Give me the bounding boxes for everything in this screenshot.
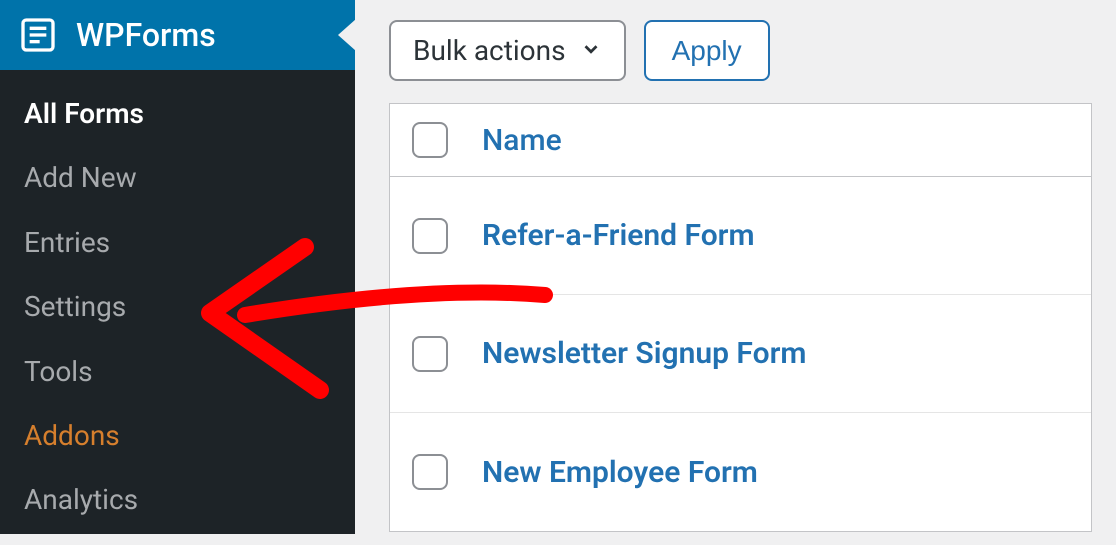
wpforms-icon [18,15,58,55]
table-row: New Employee Form [390,413,1091,531]
sidebar-item-tools[interactable]: Tools [0,340,355,404]
row-checkbox[interactable] [412,454,448,490]
table-row: Refer-a-Friend Form [390,177,1091,295]
toolbar: Bulk actions Apply [389,20,1092,81]
select-all-checkbox[interactable] [412,122,448,158]
sidebar-item-add-new[interactable]: Add New [0,146,355,210]
apply-button[interactable]: Apply [644,20,770,81]
row-checkbox[interactable] [412,218,448,254]
column-header-name[interactable]: Name [482,123,562,158]
sidebar: WPForms All Forms Add New Entries Settin… [0,0,355,534]
chevron-down-icon [580,34,602,67]
forms-table: Name Refer-a-Friend Form Newsletter Sign… [389,103,1092,532]
sidebar-item-analytics[interactable]: Analytics [0,468,355,532]
sidebar-item-entries[interactable]: Entries [0,211,355,275]
sidebar-menu: All Forms Add New Entries Settings Tools… [0,70,355,545]
form-title-link[interactable]: Newsletter Signup Form [482,336,806,371]
sidebar-item-settings[interactable]: Settings [0,275,355,339]
sidebar-item-addons[interactable]: Addons [0,404,355,468]
sidebar-item-all-forms[interactable]: All Forms [0,82,355,146]
bulk-actions-label: Bulk actions [413,34,566,67]
sidebar-header[interactable]: WPForms [0,0,355,70]
row-checkbox[interactable] [412,336,448,372]
form-title-link[interactable]: Refer-a-Friend Form [482,218,755,253]
bulk-actions-select[interactable]: Bulk actions [389,20,626,81]
table-header: Name [390,104,1091,177]
main-content: Bulk actions Apply Name Refer-a-Friend F… [355,0,1116,534]
form-title-link[interactable]: New Employee Form [482,455,758,490]
table-row: Newsletter Signup Form [390,295,1091,413]
sidebar-title: WPForms [76,16,216,54]
